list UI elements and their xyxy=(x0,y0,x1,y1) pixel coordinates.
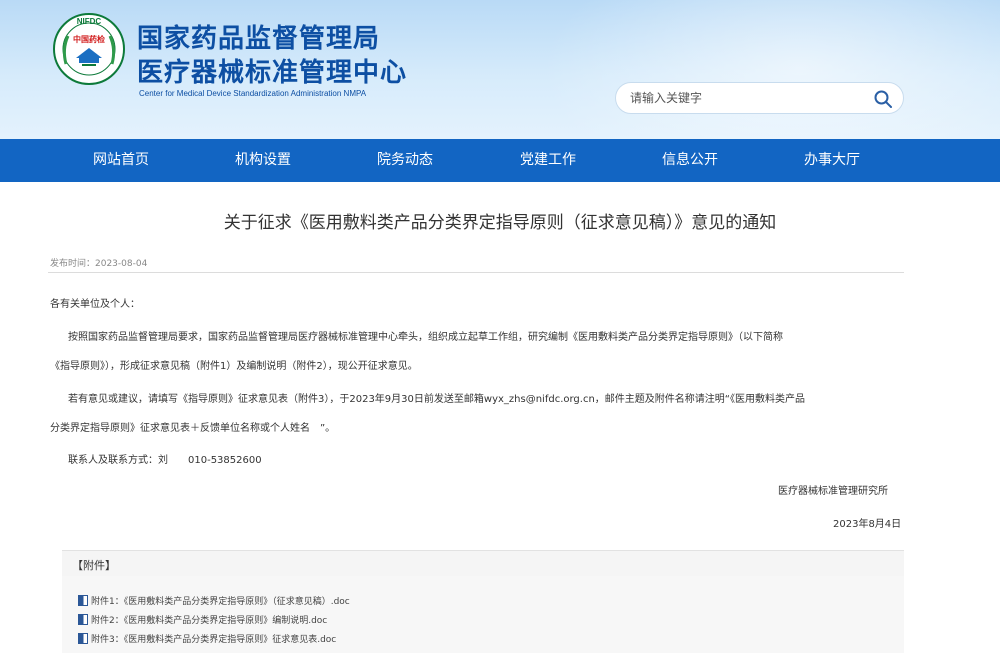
logo-text-top: NIFDC xyxy=(77,17,102,26)
attachments-heading: 【附件】 xyxy=(72,559,116,572)
word-doc-icon xyxy=(78,633,88,644)
attachment-label-3: 附件3：《医用敷料类产品分类界定指导原则》征求意见表.doc xyxy=(91,635,337,645)
contact-info: 联系人及联系方式：刘 010-53852600 xyxy=(68,455,262,466)
attachment-label-2: 附件2：《医用敷料类产品分类界定指导原则》编制说明.doc xyxy=(91,616,328,626)
nav-item-services[interactable]: 办事大厅 xyxy=(782,139,882,182)
attachment-link-2[interactable]: 附件2：《医用敷料类产品分类界定指导原则》编制说明.doc xyxy=(78,613,327,626)
nav-item-party[interactable]: 党建工作 xyxy=(498,139,598,182)
title-line-1: 国家药品监督管理局 xyxy=(137,24,381,54)
greeting: 各有关单位及个人： xyxy=(50,299,140,310)
paragraph-1-line-2: 《指导原则》），形成征求意见稿（附件1）及编制说明（附件2），现公开征求意见。 xyxy=(50,361,418,372)
attachment-label-1: 附件1：《医用敷料类产品分类界定指导原则》（征求意见稿）.doc xyxy=(91,597,350,607)
attachments-header: 【附件】 xyxy=(62,550,904,576)
publish-date: 发布时间：2023-08-04 xyxy=(50,259,148,269)
logo-text-mid: 中国药检 xyxy=(73,34,105,44)
title-english: Center for Medical Device Standardizatio… xyxy=(139,89,367,98)
sign-date: 2023年8月4日 xyxy=(833,519,902,530)
search-box xyxy=(615,82,904,114)
article-title: 关于征求《医用敷料类产品分类界定指导原则（征求意见稿）》意见的通知 xyxy=(223,213,777,233)
main-nav: 网站首页 机构设置 院务动态 党建工作 信息公开 办事大厅 xyxy=(0,139,1000,182)
word-doc-icon xyxy=(78,595,88,606)
signature: 医疗器械标准管理研究所 xyxy=(778,486,888,497)
attachment-link-1[interactable]: 附件1：《医用敷料类产品分类界定指导原则》（征求意见稿）.doc xyxy=(78,594,350,607)
title-line-2: 医疗器械标准管理中心 xyxy=(137,58,408,88)
site-header: NIFDC 中国药检 国家药品监督管理局 医疗器械标准管理中心 Center f… xyxy=(0,0,1000,139)
word-doc-icon xyxy=(78,614,88,625)
title-divider xyxy=(48,272,904,273)
attachment-link-3[interactable]: 附件3：《医用敷料类产品分类界定指导原则》征求意见表.doc xyxy=(78,632,336,645)
paragraph-2-line-2: 分类界定指导原则》征求意见表＋反馈单位名称或个人姓名 ”。 xyxy=(50,423,336,434)
paragraph-2-line-1: 若有意见或建议，请填写《指导原则》征求意见表（附件3），于2023年9月30日前… xyxy=(68,394,805,405)
nifdc-logo[interactable]: NIFDC 中国药检 xyxy=(52,12,126,86)
paragraph-1-line-1: 按照国家药品监督管理局要求，国家药品监督管理局医疗器械标准管理中心牵头，组织成立… xyxy=(68,332,783,343)
nav-item-organization[interactable]: 机构设置 xyxy=(213,139,313,182)
search-input[interactable] xyxy=(630,88,870,108)
nav-item-news[interactable]: 院务动态 xyxy=(355,139,455,182)
search-icon[interactable] xyxy=(873,89,893,109)
header-glow xyxy=(540,0,1000,139)
nav-item-home[interactable]: 网站首页 xyxy=(71,139,171,182)
nav-item-disclosure[interactable]: 信息公开 xyxy=(640,139,740,182)
